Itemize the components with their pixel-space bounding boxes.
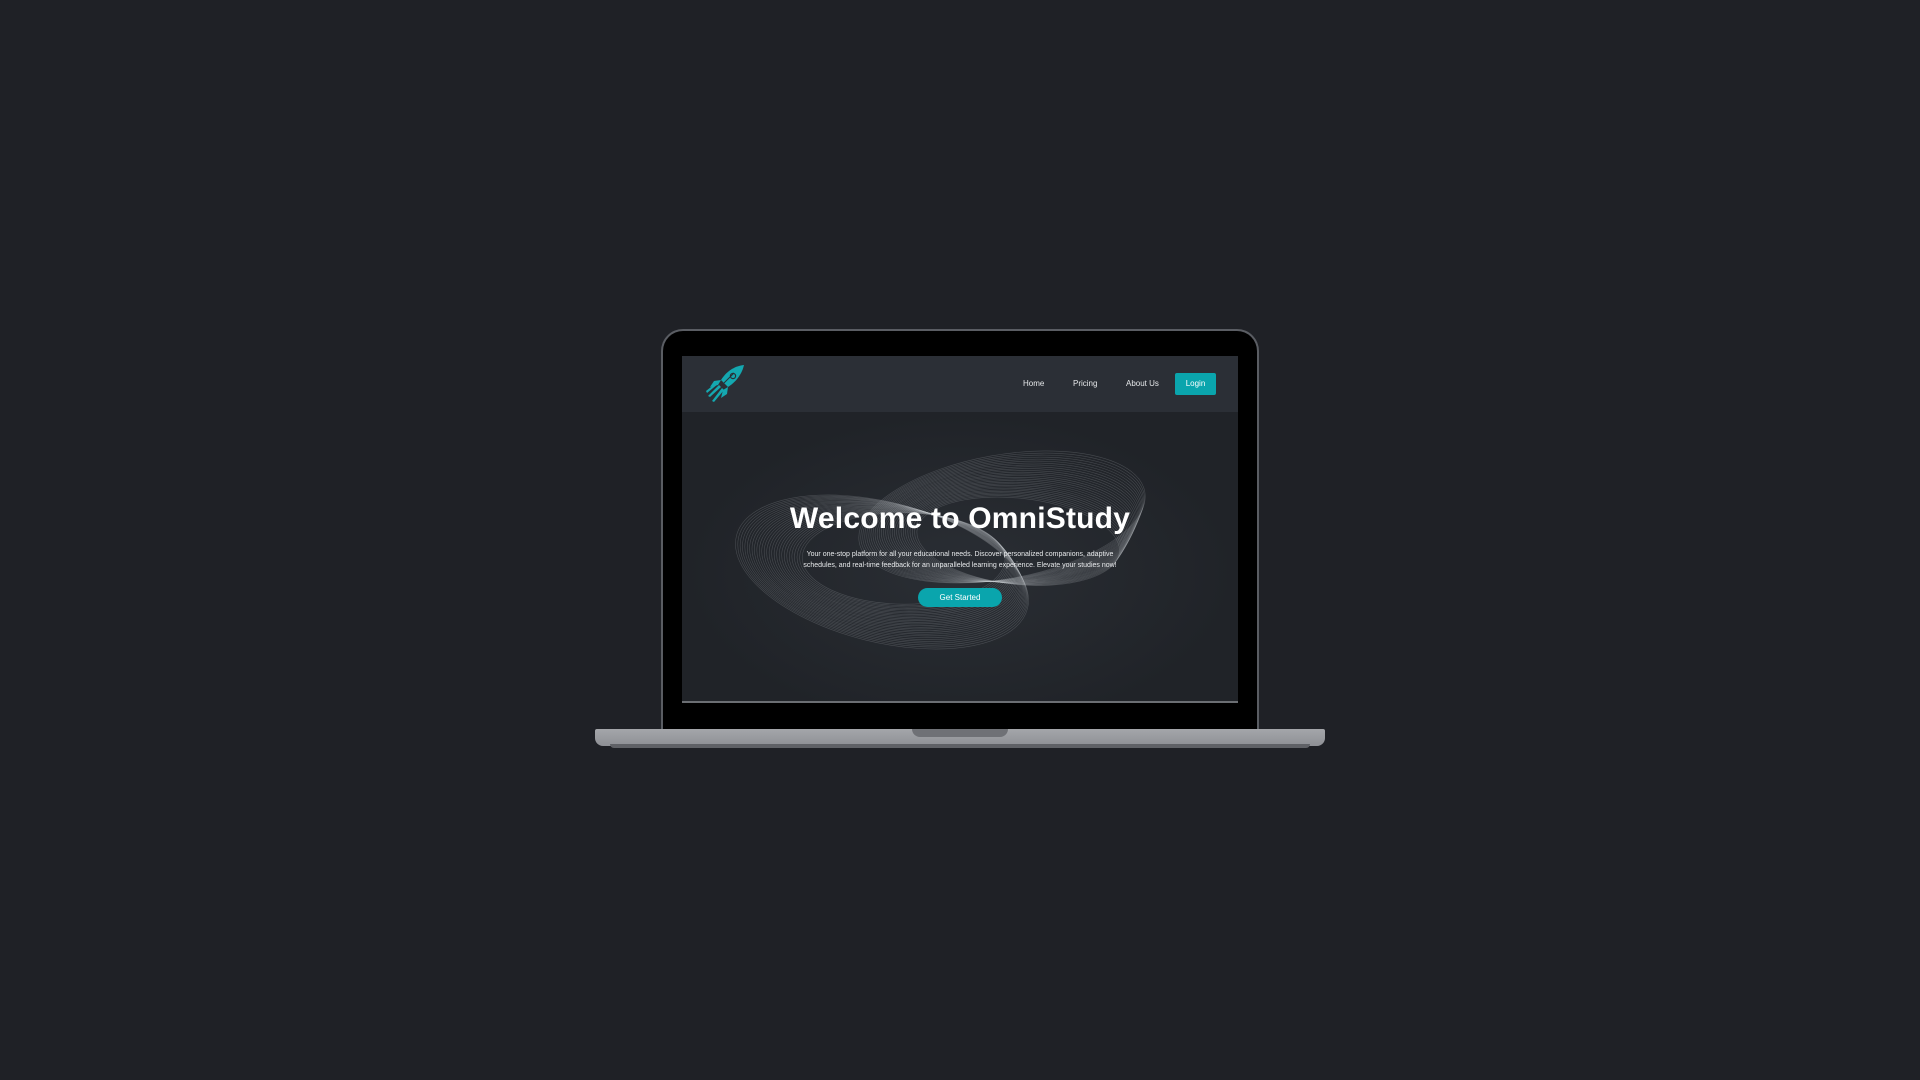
hero-section: Welcome to OmniStudy Your one-stop platf… [682, 412, 1238, 702]
hero-title: Welcome to OmniStudy [789, 502, 1131, 535]
stage: Home Pricing About Us Login Welcome to O… [0, 0, 1920, 1080]
rocket-icon[interactable] [704, 362, 748, 406]
nav-link-about-us[interactable]: About Us [1126, 379, 1159, 388]
nav-link-pricing[interactable]: Pricing [1073, 379, 1097, 388]
laptop-base-underside [610, 744, 1310, 748]
laptop-screen: Home Pricing About Us Login Welcome to O… [682, 356, 1238, 702]
hero-description: Your one-stop platform for all your educ… [803, 551, 1117, 569]
navbar: Home Pricing About Us Login [682, 356, 1238, 412]
get-started-button[interactable]: Get Started [918, 588, 1002, 607]
laptop-notch [912, 729, 1008, 737]
login-button[interactable]: Login [1175, 373, 1216, 395]
screen-edge [682, 701, 1238, 703]
nav-link-home[interactable]: Home [1023, 379, 1044, 388]
swirl-line [735, 494, 1029, 650]
